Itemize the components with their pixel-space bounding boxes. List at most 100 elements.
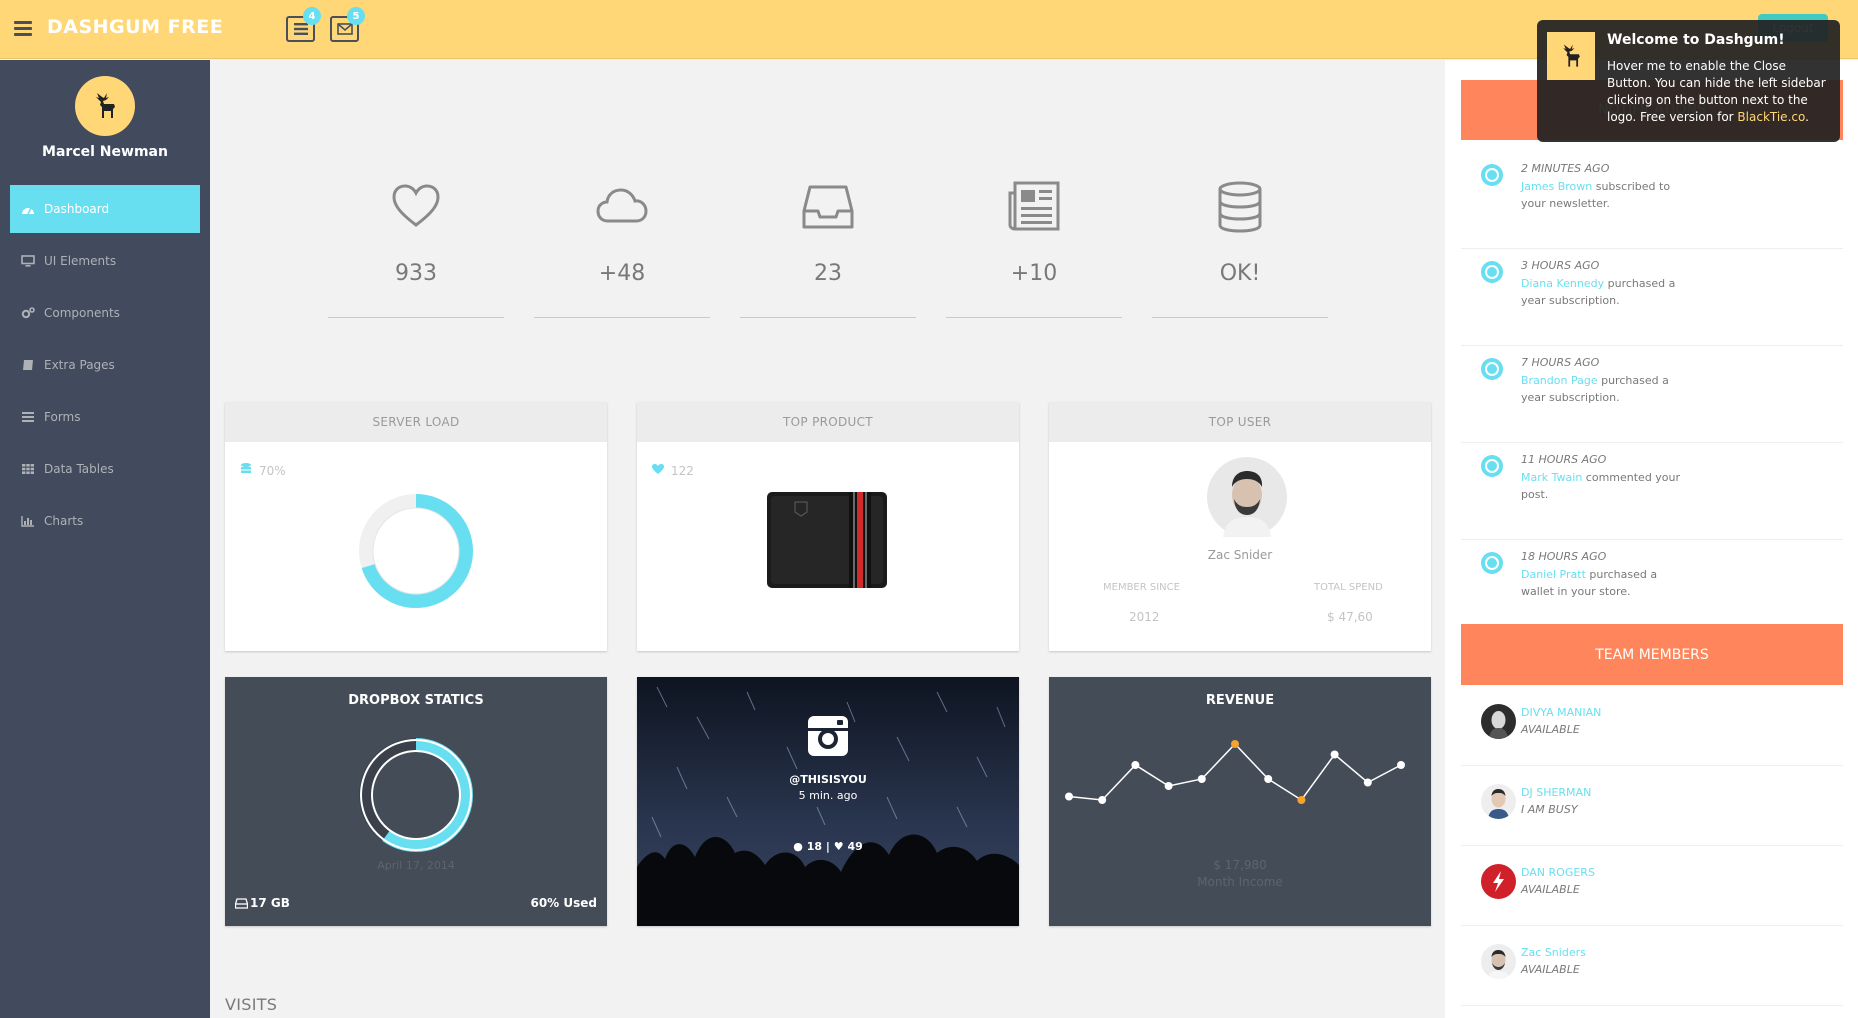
sidebar-item-label: UI Elements [44, 254, 117, 268]
panel-title: TOP PRODUCT [637, 402, 1019, 442]
instagram-panel[interactable]: @THISISYOU 5 min. ago ● 18 | ♥ 49 [637, 677, 1019, 926]
sidebar-item-ui-elements[interactable]: UI Elements [10, 237, 200, 285]
dashboard-icon [20, 202, 36, 216]
instagram-handle[interactable]: @THISISYOU [637, 773, 1019, 786]
member-avatar[interactable] [1481, 784, 1516, 819]
panel-title: TOP USER [1049, 402, 1431, 442]
sidebar-item-label: Forms [44, 410, 81, 424]
feed-text: Daniel Pratt purchased a wallet in your … [1521, 566, 1681, 600]
revenue-data-point[interactable] [1264, 775, 1273, 783]
revenue-data-point[interactable] [1297, 796, 1306, 804]
stat-inbox: 23 [740, 175, 916, 318]
stat-value: OK! [1219, 261, 1261, 286]
sidebar-item-label: Charts [44, 514, 84, 528]
member-name[interactable]: Zac Sniders [1521, 946, 1586, 959]
top-user-panel: TOP USER Zac Snider MEMBER SINCE 2012 TO… [1049, 402, 1431, 651]
tasks-badge: 4 [303, 7, 321, 25]
clock-icon [1481, 261, 1503, 283]
user-avatar[interactable] [1207, 457, 1287, 537]
stat-database: OK! [1152, 175, 1328, 318]
toast-body: Hover me to enable the Close Button. You… [1607, 58, 1832, 126]
welcome-toast[interactable]: Welcome to Dashgum! Hover me to enable t… [1537, 20, 1840, 142]
sidebar-item-dashboard[interactable]: Dashboard [10, 185, 200, 233]
messages-badge: 5 [347, 7, 365, 25]
member-avatar[interactable] [1481, 704, 1516, 739]
wallet-image[interactable] [765, 488, 889, 592]
feed-user-link[interactable]: Diana Kennedy [1521, 277, 1604, 290]
panel-title: DROPBOX STATICS [348, 693, 484, 708]
member-name[interactable]: DIVYA MANIAN [1521, 706, 1601, 719]
heart-icon: ♥ [833, 840, 844, 853]
stat-value: 23 [814, 261, 842, 286]
sidebar-item-label: Extra Pages [44, 358, 115, 372]
sidebar-item-data-tables[interactable]: Data Tables [10, 445, 200, 493]
member-name[interactable]: DJ SHERMAN [1521, 786, 1591, 799]
member-since-label: MEMBER SINCE [1103, 582, 1180, 593]
revenue-data-point[interactable] [1397, 761, 1405, 769]
chart-icon [20, 514, 36, 528]
feed-user-link[interactable]: Daniel Pratt [1521, 568, 1586, 581]
total-spend-value: $ 47,60 [1327, 610, 1373, 624]
feed-user-link[interactable]: Mark Twain [1521, 471, 1582, 484]
revenue-data-point[interactable] [1164, 782, 1173, 790]
revenue-data-point[interactable] [1098, 796, 1107, 804]
feed-user-link[interactable]: Brandon Page [1521, 374, 1598, 387]
member-status: AVAILABLE [1521, 723, 1580, 736]
revenue-data-point[interactable] [1131, 761, 1140, 769]
sidebar-item-label: Dashboard [44, 202, 110, 216]
feed-user-link[interactable]: James Brown [1521, 180, 1592, 193]
sidebar-item-extra-pages[interactable]: Extra Pages [10, 341, 200, 389]
table-icon [20, 462, 36, 476]
toast-suffix: . [1805, 110, 1809, 124]
team-member: DJ SHERMAN I AM BUSY [1461, 766, 1843, 846]
clock-icon [1481, 358, 1503, 380]
revenue-data-point[interactable] [1363, 778, 1372, 787]
member-name[interactable]: DAN ROGERS [1521, 866, 1595, 879]
feed-text: James Brown subscribed to your newslette… [1521, 178, 1681, 212]
book-icon [20, 358, 36, 372]
feed-item: 11 HOURS AGO Mark Twain commented your p… [1461, 443, 1843, 540]
database-icon [1218, 181, 1262, 233]
revenue-panel: REVENUE $ 17,980 Month Income [1049, 677, 1431, 926]
revenue-data-point[interactable] [1231, 740, 1239, 748]
revenue-amount: $ 17,980 [1213, 858, 1267, 872]
messages-button[interactable]: 5 [330, 7, 365, 42]
sidebar-item-label: Components [44, 306, 120, 320]
sidebar-item-forms[interactable]: Forms [10, 393, 200, 441]
member-avatar[interactable] [1481, 944, 1516, 979]
revenue-data-point[interactable] [1065, 792, 1073, 801]
tasks-button[interactable]: 4 [286, 7, 321, 42]
instagram-stats: ● 18 | ♥ 49 [637, 840, 1019, 853]
cloud-icon [596, 188, 648, 223]
deer-logo-icon [96, 93, 115, 118]
news-icon [1008, 181, 1060, 231]
server-load-percent: 70% [259, 464, 286, 478]
sidebar-item-charts[interactable]: Charts [10, 497, 200, 545]
revenue-data-point[interactable] [1197, 775, 1206, 783]
member-avatar[interactable] [1481, 864, 1516, 899]
envelope-icon [336, 23, 353, 35]
sidebar-toggle-icon[interactable] [14, 21, 32, 37]
stat-value: +10 [1010, 261, 1058, 286]
team-member: Zac Sniders AVAILABLE [1461, 926, 1843, 1006]
profile-avatar[interactable] [75, 76, 135, 136]
member-status: AVAILABLE [1521, 963, 1580, 976]
stat-likes: 933 [328, 175, 504, 318]
blacktie-link[interactable]: BlackTie.co [1737, 110, 1805, 124]
top-user-name[interactable]: Zac Snider [1049, 548, 1431, 562]
top-product-panel: TOP PRODUCT 122 [637, 402, 1019, 651]
brand-logo[interactable]: DASHGUM FREE [47, 16, 223, 38]
revenue-data-point[interactable] [1330, 750, 1339, 759]
dropbox-panel: DROPBOX STATICS April 17, 2014 17 GB 60%… [225, 677, 607, 926]
sidebar-item-components[interactable]: Components [10, 289, 200, 337]
product-likes: 122 [671, 464, 694, 478]
dropbox-donut [359, 738, 473, 852]
dropbox-storage: 17 GB [250, 896, 290, 910]
team-member: DAN ROGERS AVAILABLE [1461, 846, 1843, 926]
inbox-icon [802, 185, 854, 229]
profile-name[interactable]: Marcel Newman [0, 144, 210, 160]
sidebar-nav: Dashboard UI Elements Components Extra P… [10, 185, 200, 549]
panel-title: SERVER LOAD [225, 402, 607, 442]
toast-image [1547, 32, 1595, 80]
instagram-icon[interactable] [806, 714, 850, 758]
